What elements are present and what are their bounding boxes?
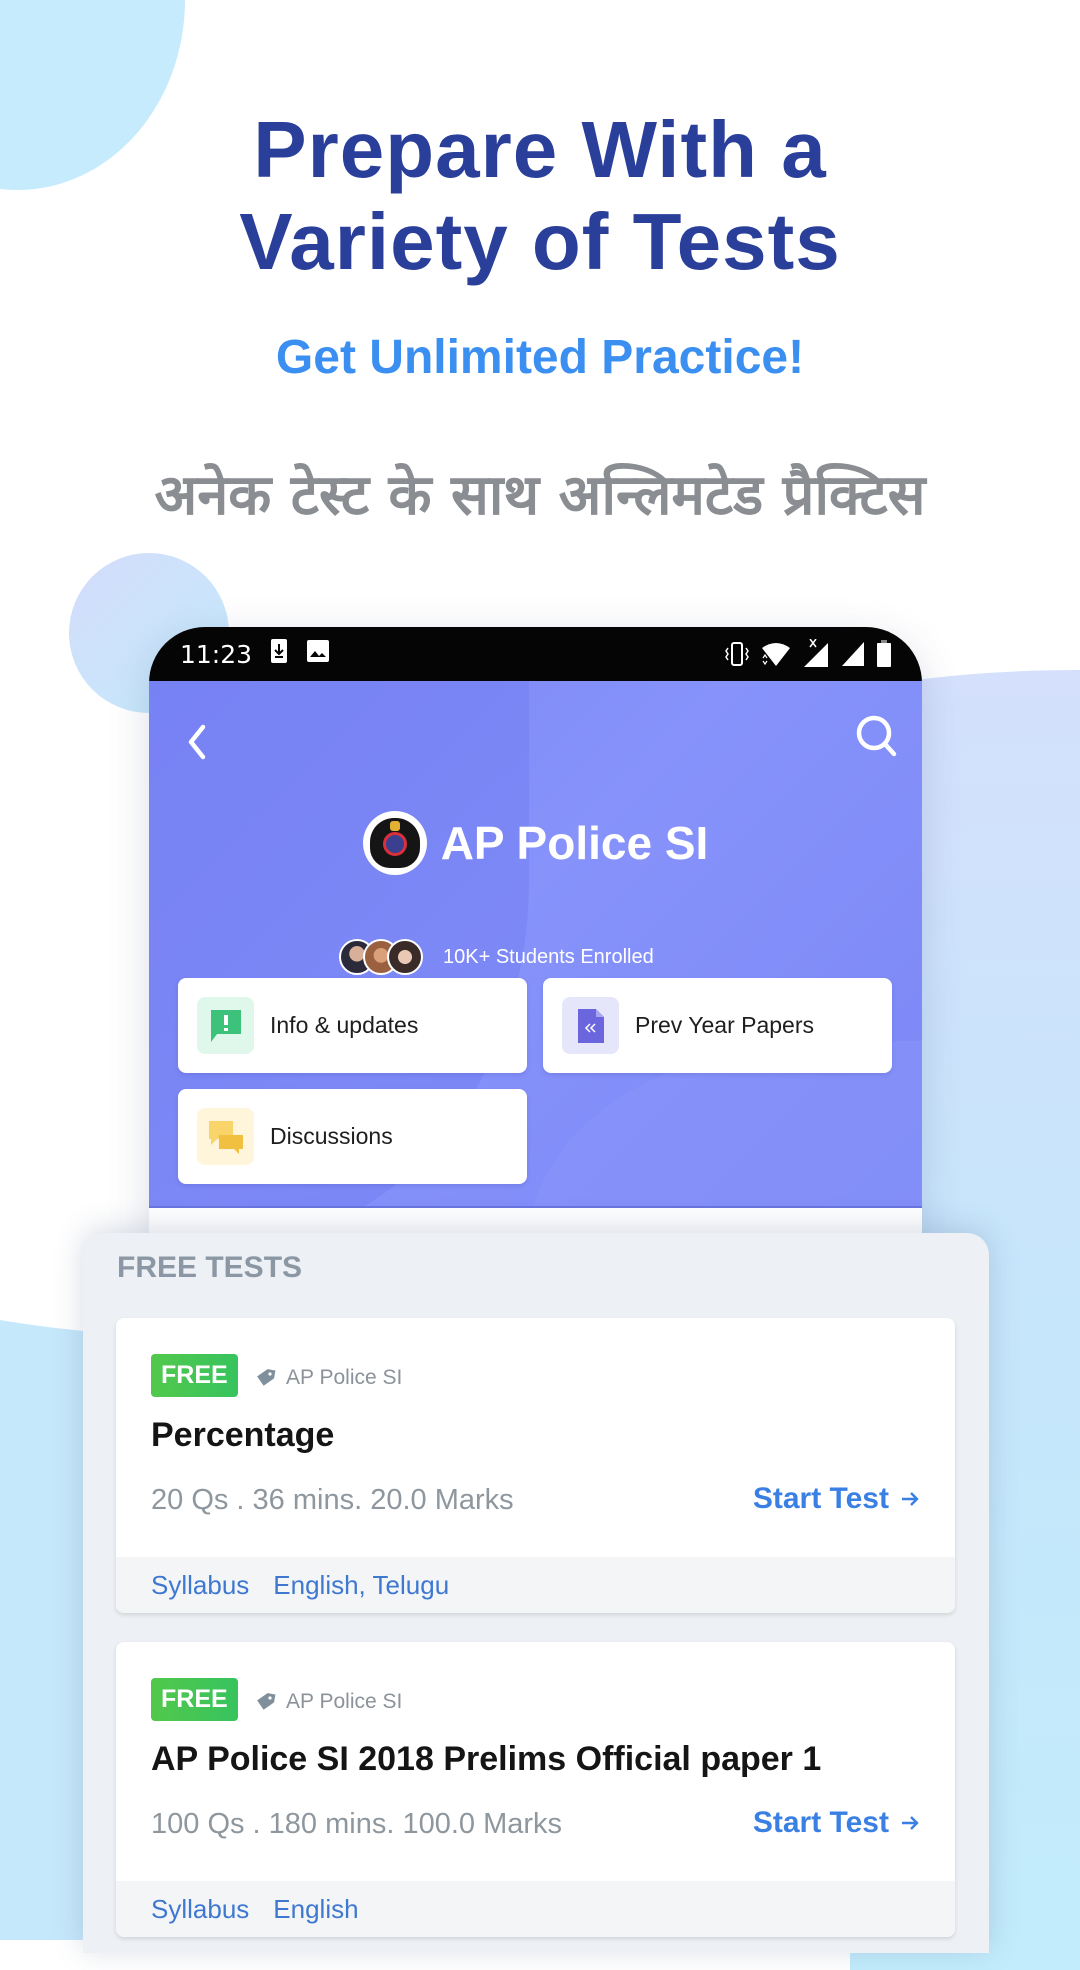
course-header: AP Police SI 10K+ Students Enrolled Info…: [149, 681, 922, 1208]
start-test-label: Start Test: [752, 1806, 889, 1839]
download-icon: [270, 638, 288, 671]
avatar: [387, 939, 423, 975]
enrolled-row: 10K+ Students Enrolled: [339, 939, 654, 975]
tag-icon: [257, 1369, 276, 1386]
card-footer: Syllabus English, Telugu: [116, 1557, 955, 1613]
status-bar: 11:23: [149, 627, 922, 681]
search-icon: [856, 715, 897, 757]
tile-info-updates[interactable]: Info & updates: [178, 978, 527, 1073]
phone-mockup: 11:23 AP Police SI 10K+ Students Enrolle…: [149, 627, 922, 1327]
tile-label: Info & updates: [270, 1012, 419, 1038]
headline-line-2: Variety of Tests: [239, 197, 841, 286]
signal-icon: [840, 640, 866, 675]
ap-police-logo: [362, 811, 427, 875]
battery-icon: [876, 639, 892, 676]
test-meta: 100 Qs . 180 mins. 100.0 Marks: [151, 1808, 563, 1840]
syllabus-label[interactable]: Syllabus: [151, 1570, 249, 1601]
tile-label: Prev Year Papers: [635, 1012, 815, 1038]
test-title: AP Police SI 2018 Prelims Official paper…: [151, 1740, 822, 1778]
image-icon: [306, 639, 330, 670]
card-footer: Syllabus English: [116, 1881, 955, 1937]
section-title: FREE TESTS: [117, 1251, 303, 1284]
signal-x-icon: [802, 638, 830, 676]
course-title: AP Police SI: [440, 817, 709, 869]
headline-line-1: Prepare With a: [253, 105, 827, 194]
arrow-right-icon: [902, 1492, 919, 1506]
test-title: Percentage: [151, 1416, 335, 1454]
tag-label: AP Police SI: [286, 1690, 403, 1713]
back-button[interactable]: [179, 717, 219, 767]
start-test-label: Start Test: [752, 1482, 889, 1515]
tile-label: Discussions: [270, 1123, 393, 1149]
course-tag: AP Police SI: [256, 1690, 402, 1714]
info-alert-icon: [197, 997, 254, 1054]
syllabus-languages: English, Telugu: [273, 1569, 450, 1600]
chevron-left-icon: [188, 724, 206, 760]
promo-headline: Prepare With a Variety of Tests: [0, 104, 1080, 288]
vibrate-icon: [724, 640, 750, 675]
free-badge: FREE: [151, 1678, 238, 1721]
test-card[interactable]: FREE AP Police SI Percentage 20 Qs . 36 …: [116, 1318, 955, 1613]
free-tests-panel: FREE TESTS FREE AP Police SI Percentage …: [83, 1233, 989, 1953]
tag-icon: [257, 1693, 276, 1710]
tag-label: AP Police SI: [286, 1366, 403, 1389]
promo-subheadline: Get Unlimited Practice!: [275, 331, 805, 384]
search-button[interactable]: [852, 711, 902, 761]
enrolled-count: 10K+ Students Enrolled: [443, 945, 654, 968]
tile-prev-year-papers[interactable]: Prev Year Papers: [543, 978, 892, 1073]
test-card[interactable]: FREE AP Police SI AP Police SI 2018 Prel…: [116, 1642, 955, 1937]
arrow-right-icon: [902, 1816, 919, 1830]
status-time: 11:23: [180, 639, 253, 669]
start-test-button[interactable]: Start Test: [753, 1806, 921, 1840]
course-title-row: AP Police SI: [149, 811, 922, 875]
wifi-icon: [760, 640, 792, 675]
divider: [149, 1206, 922, 1208]
test-meta: 20 Qs . 36 mins. 20.0 Marks: [151, 1484, 514, 1516]
start-test-button[interactable]: Start Test: [753, 1482, 921, 1516]
tile-discussions[interactable]: Discussions: [178, 1089, 527, 1184]
hindi-tagline: अनेक टेस्ट के साथ अन्लिमटेड प्रैक्टिस: [154, 463, 926, 528]
document-icon: [562, 997, 619, 1054]
course-tag: AP Police SI: [256, 1366, 402, 1390]
free-badge: FREE: [151, 1354, 238, 1397]
chat-icon: [197, 1108, 254, 1165]
